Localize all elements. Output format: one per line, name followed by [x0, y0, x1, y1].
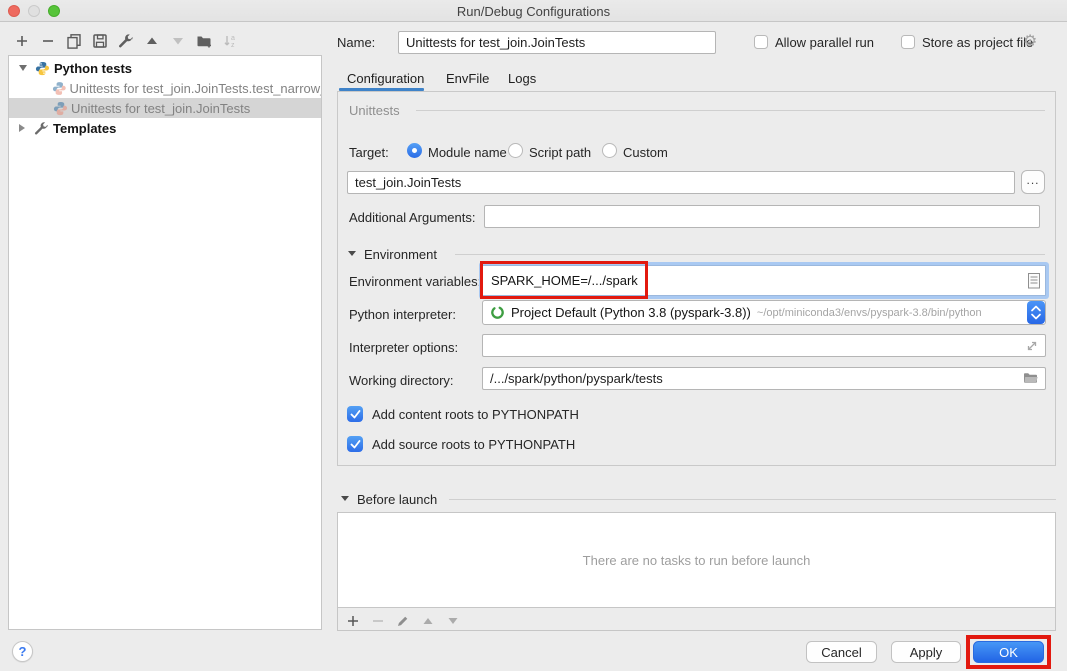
allow-parallel-run-label: Allow parallel run	[775, 35, 874, 50]
allow-parallel-run-checkbox[interactable]	[754, 35, 768, 49]
add-icon[interactable]	[14, 33, 30, 49]
save-configuration-icon[interactable]	[92, 33, 108, 49]
templates-wrench-icon	[34, 121, 49, 136]
before-launch-separator	[449, 499, 1056, 500]
move-up-icon[interactable]	[144, 33, 160, 49]
tree-item-label: Unittests for test_join.JoinTests.test_n…	[69, 81, 321, 96]
tree-item-label: Unittests for test_join.JoinTests	[71, 101, 250, 116]
name-label: Name:	[337, 35, 375, 50]
environment-group-label: Environment	[364, 247, 437, 262]
conda-environment-icon	[490, 305, 505, 320]
environment-collapse-icon[interactable]	[348, 251, 356, 256]
expand-field-icon[interactable]	[1024, 338, 1040, 359]
tree-item-unittests-test-narrow[interactable]: Unittests for test_join.JoinTests.test_n…	[9, 78, 321, 98]
python-test-icon	[52, 81, 67, 96]
before-launch-label: Before launch	[357, 492, 437, 507]
check-icon	[350, 410, 361, 419]
radio-custom[interactable]	[602, 143, 617, 158]
add-task-icon[interactable]	[346, 614, 360, 628]
apply-button[interactable]: Apply	[891, 641, 961, 663]
copy-configuration-icon[interactable]	[66, 33, 82, 49]
environment-variables-label: Environment variables:	[349, 274, 481, 289]
tree-item-label: Templates	[53, 121, 116, 136]
check-icon	[350, 440, 361, 449]
add-content-roots-label: Add content roots to PYTHONPATH	[372, 407, 579, 422]
interpreter-options-input[interactable]	[482, 334, 1046, 357]
configurations-tree: Python tests Unittests for test_join.Joi…	[8, 55, 322, 630]
python-test-icon	[53, 101, 68, 116]
svg-text:z: z	[231, 42, 235, 49]
before-launch-empty-message: There are no tasks to run before launch	[583, 553, 811, 568]
environment-variables-value: SPARK_HOME=/.../spark	[491, 266, 638, 295]
edit-task-icon[interactable]	[396, 614, 410, 628]
remove-icon[interactable]	[40, 33, 56, 49]
remove-task-icon[interactable]	[371, 614, 385, 628]
tree-item-label: Python tests	[54, 61, 132, 76]
window-title: Run/Debug Configurations	[0, 4, 1067, 19]
titlebar: Run/Debug Configurations	[0, 0, 1067, 22]
add-source-roots-label: Add source roots to PYTHONPATH	[372, 437, 575, 452]
group-separator	[416, 110, 1045, 111]
add-content-roots-checkbox[interactable]	[347, 406, 363, 422]
sort-configurations-icon[interactable]: az	[222, 33, 238, 49]
environment-variables-field[interactable]: SPARK_HOME=/.../spark	[482, 265, 1046, 296]
radio-module-name-label: Module name	[428, 145, 507, 160]
module-name-input[interactable]	[347, 171, 1015, 194]
radio-module-name[interactable]	[407, 143, 422, 158]
target-label: Target:	[349, 145, 389, 160]
python-interpreter-select[interactable]: Project Default (Python 3.8 (pyspark-3.8…	[482, 300, 1046, 325]
move-task-up-icon[interactable]	[421, 614, 435, 628]
ok-button[interactable]: OK	[973, 641, 1044, 663]
add-source-roots-checkbox[interactable]	[347, 436, 363, 452]
configurations-toolbar: az	[14, 33, 238, 49]
python-interpreter-label: Python interpreter:	[349, 307, 456, 322]
help-button[interactable]: ?	[12, 641, 33, 662]
python-interpreter-value: Project Default (Python 3.8 (pyspark-3.8…	[511, 305, 751, 320]
python-icon	[35, 61, 50, 76]
create-new-folder-icon[interactable]	[196, 33, 212, 49]
tree-item-unittests-jointests-selected[interactable]: Unittests for test_join.JoinTests	[9, 98, 321, 118]
name-input[interactable]	[398, 31, 716, 54]
svg-text:a: a	[231, 35, 235, 42]
additional-arguments-input[interactable]	[484, 205, 1040, 228]
edit-templates-icon[interactable]	[118, 33, 134, 49]
interpreter-options-label: Interpreter options:	[349, 340, 458, 355]
expand-arrow-icon[interactable]	[19, 124, 25, 132]
collapse-arrow-icon[interactable]	[19, 65, 27, 71]
folder-icon[interactable]	[1023, 371, 1039, 390]
additional-arguments-label: Additional Arguments:	[349, 210, 475, 225]
radio-script-path[interactable]	[508, 143, 523, 158]
run-debug-configurations-dialog: Run/Debug Configurations az	[0, 0, 1067, 671]
environment-separator	[455, 254, 1045, 255]
interpreter-dropdown-stepper[interactable]	[1027, 301, 1045, 324]
python-interpreter-path: ~/opt/miniconda3/envs/pyspark-3.8/bin/py…	[757, 307, 982, 319]
browse-button[interactable]: ...	[1021, 170, 1045, 194]
before-launch-collapse-icon[interactable]	[341, 496, 349, 501]
before-launch-task-list[interactable]: There are no tasks to run before launch	[338, 513, 1055, 608]
move-down-icon[interactable]	[170, 33, 186, 49]
tree-item-python-tests[interactable]: Python tests	[9, 58, 321, 78]
move-task-down-icon[interactable]	[446, 614, 460, 628]
tree-item-templates[interactable]: Templates	[9, 118, 321, 138]
radio-custom-label: Custom	[623, 145, 668, 160]
before-launch-toolbar	[346, 611, 460, 631]
edit-variables-icon[interactable]	[1028, 273, 1040, 294]
cancel-button[interactable]: Cancel	[806, 641, 877, 663]
working-directory-label: Working directory:	[349, 373, 454, 388]
tab-envfile[interactable]: EnvFile	[446, 71, 489, 86]
working-directory-input[interactable]	[482, 367, 1046, 390]
tab-configuration[interactable]: Configuration	[347, 71, 424, 86]
store-as-project-file-label: Store as project file	[922, 35, 1033, 50]
gear-icon[interactable]: ⚙	[1023, 31, 1037, 51]
radio-script-path-label: Script path	[529, 145, 591, 160]
tab-logs[interactable]: Logs	[508, 71, 536, 86]
store-as-project-file-checkbox[interactable]	[901, 35, 915, 49]
unittests-group-label: Unittests	[349, 103, 400, 118]
before-launch-panel: There are no tasks to run before launch	[337, 512, 1056, 631]
